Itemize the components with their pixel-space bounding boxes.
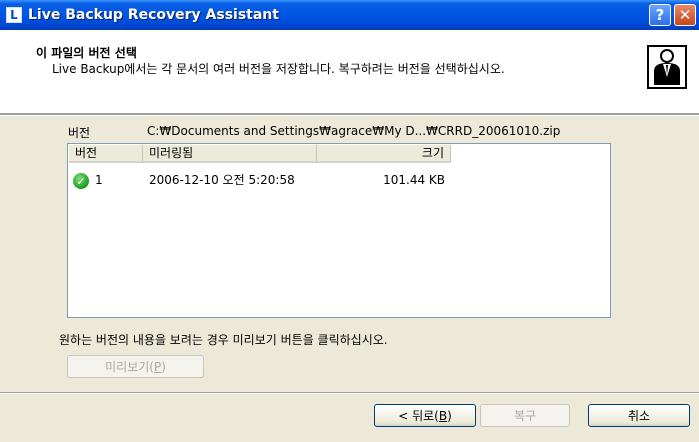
preview-label-end: ): [161, 359, 166, 374]
close-button[interactable]: ✕: [674, 4, 696, 26]
app-icon: L: [6, 7, 22, 23]
column-header-size[interactable]: 크기: [317, 145, 451, 163]
preview-label: 미리보기(: [105, 360, 154, 374]
row-size: 101.44 KB: [383, 173, 445, 187]
page-description: Live Backup에서는 각 문서의 여러 버전을 저장합니다. 복구하려는…: [52, 62, 505, 76]
preview-key: P: [153, 359, 162, 374]
check-icon: ✓: [73, 173, 89, 189]
version-list[interactable]: 버전 미러링됨 크기 ✓ 1 2006-12-10 오전 5:20:58 101…: [67, 143, 611, 318]
back-label: < 뒤로(: [398, 409, 439, 423]
list-header: 버전 미러링됨 크기: [69, 145, 611, 163]
title-bar[interactable]: L Live Backup Recovery Assistant ? ✕: [0, 0, 699, 30]
window-title: Live Backup Recovery Assistant: [28, 7, 279, 23]
assistant-person-icon: [647, 45, 687, 89]
preview-button[interactable]: 미리보기(P): [67, 355, 204, 378]
restore-button[interactable]: 복구: [480, 404, 570, 427]
page-title: 이 파일의 버전 선택: [36, 46, 137, 60]
wizard-header: 이 파일의 버전 선택 Live Backup에서는 각 문서의 여러 버전을 …: [0, 30, 699, 114]
back-label-end: ): [447, 408, 452, 423]
help-button[interactable]: ?: [649, 4, 671, 26]
header-separator: [0, 114, 699, 116]
row-mirrored: 2006-12-10 오전 5:20:58: [149, 173, 295, 187]
back-key: B: [438, 408, 448, 423]
table-row[interactable]: ✓ 1 2006-12-10 오전 5:20:58 101.44 KB: [69, 171, 611, 189]
column-header-mirrored[interactable]: 미러링됨: [143, 145, 317, 163]
version-label: 버전: [68, 126, 91, 140]
back-button[interactable]: < 뒤로(B): [374, 404, 476, 427]
column-header-version[interactable]: 버전: [69, 145, 143, 163]
version-path: C:₩Documents and Settings₩agrace₩My D...…: [147, 124, 561, 138]
footer-separator: [0, 392, 699, 394]
cancel-button[interactable]: 취소: [588, 404, 690, 427]
preview-hint: 원하는 버전의 내용을 보려는 경우 미리보기 버튼을 클릭하십시오.: [59, 333, 388, 347]
row-version: 1: [95, 173, 103, 187]
